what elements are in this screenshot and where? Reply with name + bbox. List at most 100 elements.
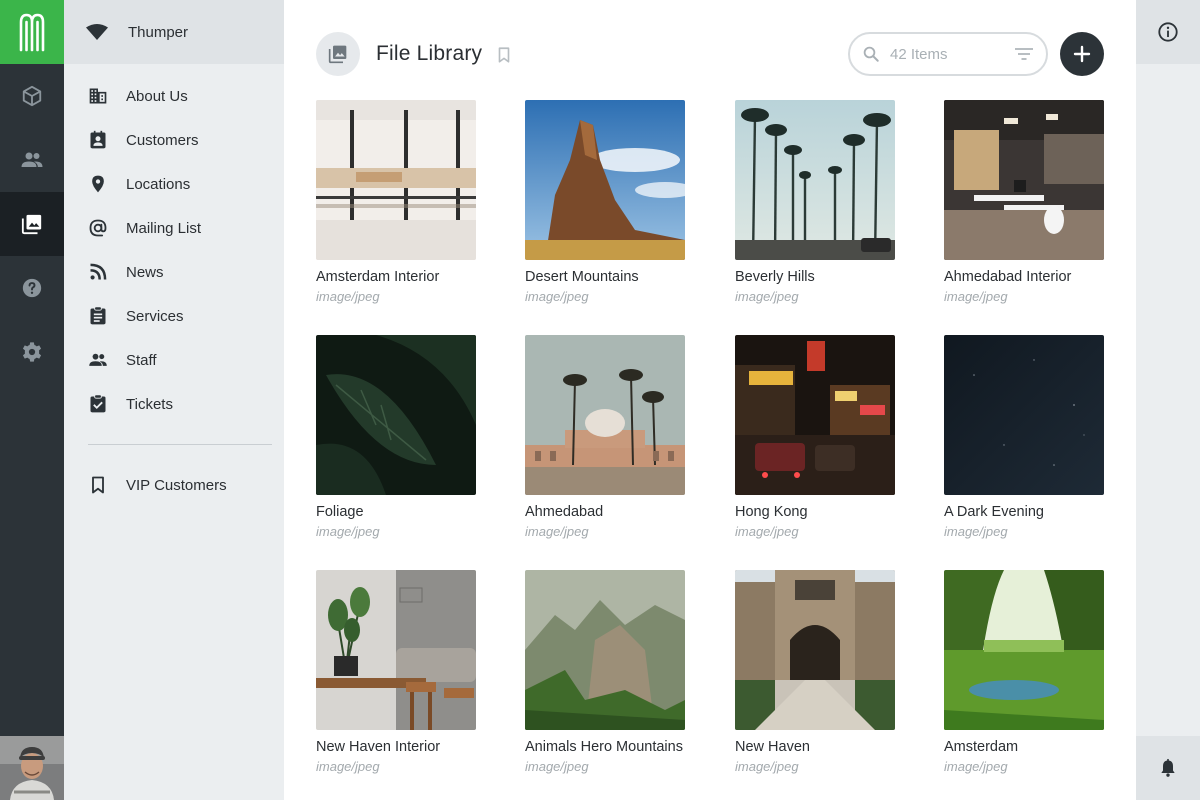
file-name: New Haven Interior: [316, 739, 441, 755]
rail-products-button[interactable]: [0, 64, 64, 128]
sidebar-item-about-us[interactable]: About Us: [64, 74, 284, 118]
sidebar-item-services[interactable]: Services: [64, 294, 284, 338]
file-type: image/jpeg: [316, 759, 380, 774]
file-card-amsterdam[interactable]: Amsterdam image/jpeg: [944, 570, 1104, 774]
sidebar-item-label: Tickets: [126, 395, 173, 413]
sidebar-item-label: Staff: [126, 351, 157, 369]
file-card-ahmedabad-interior[interactable]: Ahmedabad Interior image/jpeg: [944, 100, 1104, 304]
file-name: New Haven: [735, 739, 810, 755]
sidebar-item-news[interactable]: News: [64, 250, 284, 294]
file-card-hong-kong[interactable]: Hong Kong image/jpeg: [735, 335, 895, 539]
rss-icon: [88, 262, 108, 282]
account-switcher[interactable]: Thumper: [64, 0, 284, 64]
bookmark-icon: [88, 475, 108, 495]
bookmark-page-button[interactable]: [495, 45, 513, 65]
search-input[interactable]: [890, 45, 1000, 63]
search-icon: [862, 45, 880, 63]
sidebar-item-mailing-list[interactable]: Mailing List: [64, 206, 284, 250]
app-rail: [0, 0, 64, 800]
file-card-foliage[interactable]: Foliage image/jpeg: [316, 335, 476, 539]
rail-file-library-button[interactable]: [0, 192, 64, 256]
file-card-ahmedabad[interactable]: Ahmedabad image/jpeg: [525, 335, 685, 539]
file-card-desert-mountains[interactable]: Desert Mountains image/jpeg: [525, 100, 685, 304]
file-type: image/jpeg: [944, 289, 1008, 304]
sidebar-item-staff[interactable]: Staff: [64, 338, 284, 382]
file-name: Beverly Hills: [735, 269, 815, 285]
sidebar-item-label: Customers: [126, 131, 199, 149]
bell-icon: [1161, 758, 1175, 777]
account-name: Thumper: [128, 23, 189, 41]
file-type: image/jpeg: [735, 759, 799, 774]
sidebar-item-label: Services: [126, 307, 184, 325]
file-type: image/jpeg: [316, 289, 380, 304]
contact-card-icon: [88, 130, 108, 150]
sidebar-item-label: News: [126, 263, 164, 281]
file-card-animals-hero-mountains[interactable]: Animals Hero Mountains image/jpeg: [525, 570, 685, 774]
file-name: Ahmedabad Interior: [944, 269, 1072, 285]
people-icon: [21, 152, 43, 167]
file-type: image/jpeg: [525, 759, 589, 774]
file-name: Amsterdam: [944, 739, 1019, 755]
file-card-new-haven[interactable]: New Haven image/jpeg: [735, 570, 895, 774]
location-pin-icon: [88, 174, 108, 194]
sidebar: Thumper About Us Customers Locations Mai…: [64, 0, 284, 800]
sidebar-item-label: Locations: [126, 175, 191, 193]
file-type: image/jpeg: [316, 524, 380, 539]
rail-contacts-button[interactable]: [0, 128, 64, 192]
file-card-new-haven-interior[interactable]: New Haven Interior image/jpeg: [316, 570, 476, 774]
main-content: File Library 42 Items Amsterdam Interior…: [284, 0, 1136, 800]
file-thumbnail: [525, 335, 685, 495]
file-type: image/jpeg: [735, 524, 799, 539]
file-name: Foliage: [316, 504, 364, 520]
file-card-a-dark-evening[interactable]: A Dark Evening image/jpeg: [944, 335, 1104, 539]
clipboard-icon: [88, 306, 108, 326]
right-rail: [1136, 0, 1200, 800]
plus-icon: [1073, 45, 1091, 63]
file-card-beverly-hills[interactable]: Beverly Hills image/jpeg: [735, 100, 895, 304]
clipboard-check-icon: [88, 394, 108, 414]
gear-icon: [22, 342, 42, 362]
logo-m-icon: [19, 13, 45, 52]
sidebar-nav: About Us Customers Locations Mailing Lis…: [64, 64, 284, 507]
sidebar-item-locations[interactable]: Locations: [64, 162, 284, 206]
rail-settings-button[interactable]: [0, 320, 64, 384]
bookmark-icon: [498, 47, 510, 63]
notifications-button[interactable]: [1136, 736, 1200, 800]
file-thumbnail: [735, 100, 895, 260]
file-thumbnail: [735, 335, 895, 495]
file-card-amsterdam-interior[interactable]: Amsterdam Interior image/jpeg: [316, 100, 476, 304]
file-thumbnail: [525, 570, 685, 730]
user-avatar[interactable]: [0, 736, 64, 800]
wifi-icon: [86, 24, 108, 40]
file-name: Animals Hero Mountains: [525, 739, 683, 755]
file-thumbnail: [944, 335, 1104, 495]
photo-library-icon: [316, 32, 360, 76]
file-name: Hong Kong: [735, 504, 808, 520]
sidebar-item-tickets[interactable]: Tickets: [64, 382, 284, 426]
info-button[interactable]: [1136, 0, 1200, 64]
sidebar-item-label: VIP Customers: [126, 476, 227, 494]
page-header: File Library: [316, 32, 1104, 76]
help-icon: [22, 278, 42, 298]
app-logo[interactable]: [0, 0, 64, 64]
photo-library-icon: [21, 214, 42, 235]
file-thumbnail: [735, 570, 895, 730]
file-name: Desert Mountains: [525, 269, 639, 285]
file-type: image/jpeg: [735, 289, 799, 304]
filter-icon[interactable]: [1014, 46, 1034, 62]
avatar-photo: [0, 736, 64, 800]
rail-help-button[interactable]: [0, 256, 64, 320]
info-icon: [1158, 22, 1178, 42]
file-type: image/jpeg: [525, 524, 589, 539]
page-title: File Library: [376, 42, 483, 65]
add-file-button[interactable]: [1060, 32, 1104, 76]
sidebar-item-customers[interactable]: Customers: [64, 118, 284, 162]
file-thumbnail: [944, 100, 1104, 260]
file-thumbnail: [316, 335, 476, 495]
sidebar-item-label: Mailing List: [126, 219, 202, 237]
file-type: image/jpeg: [944, 524, 1008, 539]
sidebar-item-label: About Us: [126, 87, 188, 105]
file-type: image/jpeg: [944, 759, 1008, 774]
sidebar-item-vip-customers[interactable]: VIP Customers: [64, 463, 284, 507]
building-icon: [88, 86, 108, 106]
